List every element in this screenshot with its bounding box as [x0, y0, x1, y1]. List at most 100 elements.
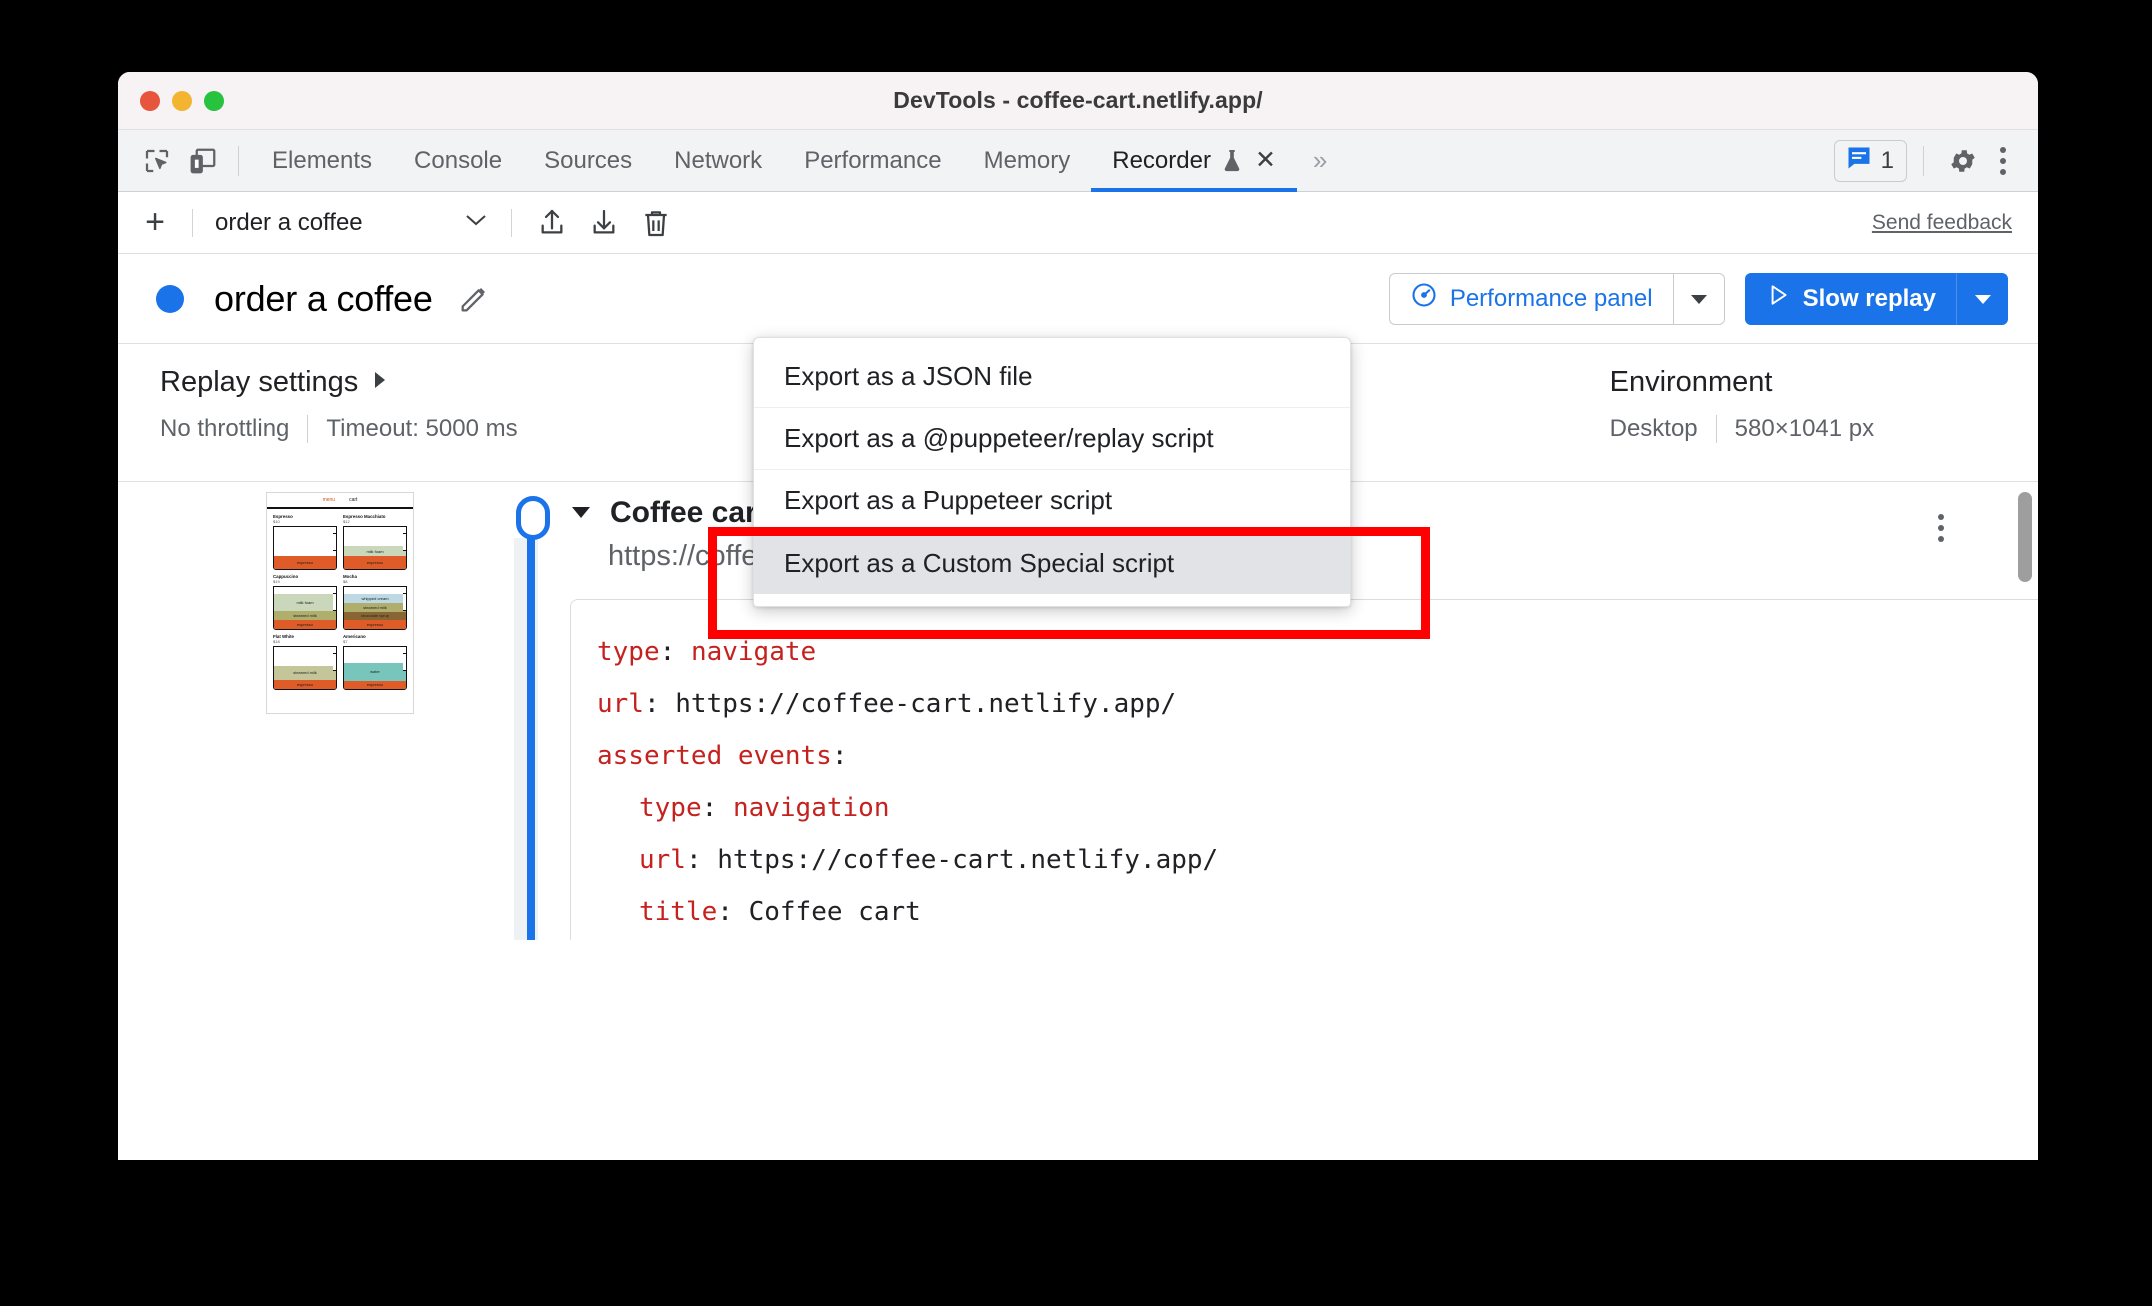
recorder-toolbar: + order a coffee Send feedback	[118, 192, 2038, 254]
coffee-cart-screenshot[interactable]: menu cart Espresso $10 espresso Espresso Ma…	[266, 492, 414, 714]
code-value: https://coffee-cart.netlify.app/	[717, 845, 1219, 875]
maximize-window-button[interactable]	[204, 90, 224, 111]
speedometer-icon	[1410, 281, 1438, 316]
code-line: asserted events:	[597, 730, 2038, 782]
cup-graphic: whipped cream steamed milk chocolate syrup…	[343, 586, 407, 631]
throttling-value: No throttling	[160, 415, 290, 442]
code-key: url	[639, 845, 686, 875]
step-code-block: type: navigate url: https://coffee-cart.…	[570, 599, 2038, 940]
cup-layer: milk foam	[274, 593, 336, 611]
gear-icon[interactable]	[1940, 138, 1986, 184]
close-tab-icon[interactable]: ✕	[1255, 148, 1276, 173]
code-key: url	[597, 689, 644, 719]
cup-graphic: water espresso	[343, 646, 407, 691]
environment-header: Environment	[1610, 366, 1875, 399]
cup-layer: chocolate syrup	[344, 611, 406, 620]
experiment-flask-icon	[1221, 148, 1243, 174]
toolbar-divider	[192, 208, 193, 237]
tab-label: Recorder	[1112, 146, 1211, 174]
steps-scrollbar[interactable]	[2018, 492, 2032, 582]
slow-replay-dropdown[interactable]	[1956, 272, 2008, 325]
recording-selector[interactable]: order a coffee	[207, 209, 497, 237]
menu-item-export-puppeteer-replay[interactable]: Export as a @puppeteer/replay script	[754, 408, 1350, 470]
cup-price: $18	[273, 639, 280, 645]
tab-elements[interactable]: Elements	[251, 130, 393, 192]
message-count: 1	[1880, 146, 1894, 174]
screenshot-nav-cart: cart	[349, 497, 358, 503]
performance-panel-main[interactable]: Performance panel	[1388, 272, 1673, 325]
tab-label: Network	[674, 146, 763, 174]
tab-network[interactable]: Network	[653, 130, 783, 192]
tab-label: Console	[414, 146, 503, 174]
code-key: title	[639, 897, 718, 927]
tab-performance[interactable]: Performance	[783, 130, 962, 192]
more-tabs-icon[interactable]: »	[1297, 130, 1343, 192]
cup-graphic: espresso	[273, 526, 337, 571]
slow-replay-button[interactable]: Slow replay	[1744, 272, 2008, 325]
close-window-button[interactable]	[140, 90, 160, 111]
chevron-down-icon	[463, 211, 489, 234]
pencil-edit-icon[interactable]	[457, 282, 491, 316]
screenshot-cup-item: Americano $7 water espresso	[343, 634, 407, 691]
performance-panel-button[interactable]: Performance panel	[1388, 272, 1725, 325]
menu-item-export-custom-special[interactable]: Export as a Custom Special script	[754, 532, 1350, 594]
cup-price: $7	[343, 639, 348, 645]
cup-layer: water	[344, 663, 406, 681]
trash-icon[interactable]	[630, 200, 682, 246]
screenshot-cup-item: Espresso $10 espresso	[273, 514, 337, 571]
replay-settings-section: Replay settings No throttling Timeout: 5…	[118, 366, 518, 443]
step-kebab-menu-icon[interactable]	[1924, 514, 1958, 542]
triangle-down-icon[interactable]	[570, 500, 592, 526]
message-count-badge[interactable]: 1	[1833, 139, 1907, 182]
slow-replay-main[interactable]: Slow replay	[1744, 272, 1956, 325]
tabbar-right-actions: 1	[1833, 138, 2038, 184]
replay-settings-summary: No throttling Timeout: 5000 ms	[160, 415, 518, 443]
tab-console[interactable]: Console	[393, 130, 523, 192]
send-feedback-link[interactable]: Send feedback	[1872, 211, 2012, 235]
cup-layer: whipped cream	[344, 593, 406, 604]
step-title: Coffee cart	[610, 496, 767, 529]
menu-item-export-json[interactable]: Export as a JSON file	[754, 346, 1350, 408]
tab-sources[interactable]: Sources	[523, 130, 653, 192]
timeline-step-marker[interactable]	[516, 496, 550, 540]
window-titlebar: DevTools - coffee-cart.netlify.app/	[118, 72, 2038, 130]
code-line: type: navigation	[597, 782, 2038, 834]
viewport-value: 580×1041 px	[1734, 415, 1875, 442]
kebab-menu-icon[interactable]	[1986, 146, 2020, 175]
performance-panel-dropdown[interactable]	[1672, 272, 1725, 325]
timeout-value: Timeout: 5000 ms	[326, 415, 518, 442]
screenshot-cup-item: Flat White $18 steamed milk espresso	[273, 634, 337, 691]
menu-item-export-puppeteer[interactable]: Export as a Puppeteer script	[754, 470, 1350, 532]
export-download-icon[interactable]	[578, 200, 630, 246]
cup-layer: milk foam	[344, 546, 406, 556]
tab-label: Memory	[983, 146, 1071, 174]
window-title: DevTools - coffee-cart.netlify.app/	[893, 87, 1263, 113]
cup-layer: steamed milk	[344, 603, 406, 612]
message-icon	[1845, 144, 1873, 177]
environment-summary: Desktop 580×1041 px	[1610, 415, 1875, 443]
screenshot-nav: menu cart	[267, 493, 413, 509]
minimize-window-button[interactable]	[172, 90, 192, 111]
settings-divider	[307, 415, 309, 443]
code-value: https://coffee-cart.netlify.app/	[675, 689, 1177, 719]
tab-label: Sources	[544, 146, 633, 174]
screenshot-cup-item: Mocha $8 whipped cream steamed milk chocolat…	[343, 574, 407, 631]
recording-header: order a coffee Performance panel Slow re…	[118, 254, 2038, 344]
cup-layer: espresso	[344, 555, 406, 570]
environment-section: Environment Desktop 580×1041 px	[1568, 366, 1875, 443]
tab-label: Elements	[272, 146, 373, 174]
add-recording-button[interactable]: +	[132, 200, 178, 246]
replay-settings-header[interactable]: Replay settings	[160, 366, 518, 399]
screenshot-nav-menu: menu	[322, 497, 336, 503]
screenshot-cup-grid: Espresso $10 espresso Espresso Macchiato $12…	[267, 509, 413, 695]
tab-recorder[interactable]: Recorder ✕	[1091, 130, 1297, 192]
inspect-element-icon[interactable]	[134, 138, 180, 184]
recording-header-actions: Performance panel Slow replay	[1388, 272, 2008, 325]
tab-memory[interactable]: Memory	[963, 130, 1092, 192]
code-sep: :	[701, 793, 733, 823]
device-toolbar-icon[interactable]	[180, 138, 226, 184]
import-upload-icon[interactable]	[526, 200, 578, 246]
code-sep: :	[643, 689, 676, 719]
cup-layer: espresso	[344, 619, 406, 630]
export-dropdown-menu: Export as a JSON file Export as a @puppe…	[753, 337, 1351, 607]
